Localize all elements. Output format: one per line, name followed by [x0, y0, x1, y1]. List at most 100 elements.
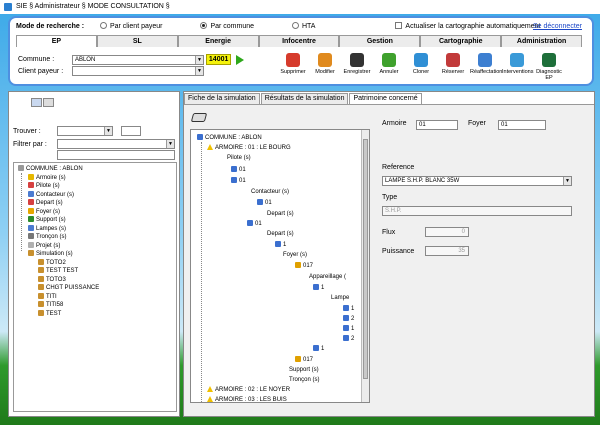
flux-label: Flux — [382, 229, 396, 236]
tab-infocentre[interactable]: Infocentre — [258, 35, 340, 47]
radio-par-commune[interactable]: Par commune — [200, 22, 254, 30]
left-tree-item[interactable]: Simulation (s) — [28, 250, 73, 258]
tab-administration[interactable]: Administration — [501, 35, 583, 47]
patrimoine-tree-item[interactable]: 01 — [247, 220, 262, 228]
node-icon — [197, 134, 203, 140]
left-tree-item[interactable]: TITI58 — [38, 301, 63, 309]
left-tree-item[interactable]: Lampes (s) — [28, 224, 66, 233]
left-tree-item[interactable]: TEST — [38, 309, 61, 318]
list-view-button[interactable] — [43, 98, 54, 107]
patrimoine-tree-item[interactable]: ARMOIRE : 03 : LES BUIS — [207, 396, 287, 402]
left-tree-item[interactable]: Projet (s) — [28, 241, 60, 250]
patrimoine-tree-item[interactable]: 01 — [231, 166, 246, 174]
patrimoine-tree-item[interactable]: 1 — [313, 345, 324, 353]
left-tree-item[interactable]: Contacteur (s) — [28, 190, 74, 199]
tree-node-icon — [38, 275, 44, 282]
undo-button[interactable]: Annuler — [374, 51, 404, 85]
patrimoine-tree-item[interactable]: ARMOIRE : 01 : LE BOURG — [207, 144, 291, 152]
reassign-button[interactable]: Réaffectation — [470, 51, 502, 85]
patrimoine-tree-item[interactable]: 01 — [231, 177, 246, 185]
patrimoine-tree-item[interactable]: Tronçon (s) — [289, 376, 319, 384]
tree-scrollbar[interactable] — [361, 130, 369, 402]
left-tree-item[interactable]: TOTO3 — [38, 275, 66, 284]
commune-select[interactable]: ABLON ▼ — [71, 54, 204, 65]
patrimoine-tree-item[interactable]: 017 — [295, 356, 313, 364]
tab-ep[interactable]: EP — [16, 35, 97, 47]
patrimoine-tree-item[interactable]: 1 — [343, 325, 354, 333]
reference-select[interactable]: LAMPE S.H.P. BLANC 35W ▼ — [382, 176, 572, 186]
tab-sl[interactable]: SL — [96, 35, 178, 47]
patrimoine-tree-item[interactable]: 1 — [275, 241, 286, 249]
left-tree-item[interactable]: CHGT PUISSANCE — [38, 284, 99, 292]
patrimoine-tree-item[interactable]: Depart (s) — [267, 230, 294, 238]
edit-button[interactable]: Modifier — [310, 51, 340, 85]
patrimoine-tree-item[interactable]: COMMUNE : ABLON — [197, 134, 262, 142]
diagnostic-button[interactable]: Diagnostic EP — [534, 51, 564, 85]
chevron-down-icon: ▼ — [103, 127, 112, 135]
title-bar: SIE § Administrateur § MODE CONSULTATION… — [0, 0, 600, 14]
patrimoine-tree-item[interactable]: Foyer (s) — [283, 251, 307, 259]
patrimoine-tree-item[interactable]: ARMOIRE : 02 : LE NOYER — [207, 386, 290, 394]
radio-hta[interactable]: HTA — [291, 22, 315, 30]
left-tree-item[interactable]: TOTO2 — [38, 258, 66, 267]
left-tree-item[interactable]: Foyer (s) — [28, 207, 60, 216]
clone-button[interactable]: Cloner — [406, 51, 436, 85]
radio-par-client[interactable]: Par client payeur — [99, 22, 162, 30]
patrimoine-tree-item[interactable]: Support (s) — [289, 366, 319, 374]
left-tree-item[interactable]: COMMUNE : ABLON — [18, 165, 83, 173]
left-panel: Trouver : ▼ Filtrer par : ▼ COMMUNE : AB… — [8, 91, 180, 417]
patrimoine-tree-item[interactable]: Appareillage ( — [309, 273, 346, 281]
tree-node-icon — [38, 309, 44, 316]
patrimoine-tree-item[interactable]: 01 — [257, 199, 272, 207]
delete-button[interactable]: Supprimer — [278, 51, 308, 85]
client-row: Client payeur : ▼ — [18, 66, 204, 76]
search-mode-row: Mode de recherche : Par client payeur Pa… — [16, 21, 540, 33]
filtrer-input[interactable] — [56, 150, 175, 160]
tab-cartographie[interactable]: Cartographie — [420, 35, 502, 47]
save-button[interactable]: Enregistrer — [342, 51, 372, 85]
tab-fiche-simulation[interactable]: Fiche de la simulation — [184, 93, 260, 104]
left-tree-item[interactable]: Pilote (s) — [28, 182, 60, 190]
filtrer-select[interactable]: ▼ — [56, 139, 175, 149]
patrimoine-tree-item[interactable]: Lampe — [331, 294, 349, 302]
trouver-select[interactable]: ▼ — [56, 126, 113, 136]
tree-view-button[interactable] — [31, 98, 42, 107]
left-tree-item[interactable]: TEST TEST — [38, 267, 78, 275]
auto-refresh-checkbox[interactable]: Actualiser la cartographie automatiqueme… — [395, 22, 540, 30]
patrimoine-tree-item[interactable]: 1 — [313, 284, 324, 292]
patrimoine-tree-item[interactable]: 2 — [343, 315, 354, 323]
right-panel: Fiche de la simulation Résultats de la s… — [183, 91, 595, 417]
patrimoine-tree-item[interactable]: Contacteur (s) — [251, 188, 289, 196]
foyer-field[interactable]: 01 — [498, 120, 546, 130]
reserve-button[interactable]: Réserver — [438, 51, 468, 85]
armoire-field[interactable]: 01 — [416, 120, 458, 130]
patrimoine-tree-item[interactable]: 1 — [343, 305, 354, 313]
disconnect-link[interactable]: Se déconnecter — [533, 21, 582, 33]
tab-gestion[interactable]: Gestion — [339, 35, 421, 47]
patrimoine-tree-item[interactable]: 2 — [343, 335, 354, 343]
client-select[interactable]: ▼ — [71, 66, 204, 76]
trouver-input[interactable] — [120, 126, 141, 136]
chevron-down-icon: ▼ — [563, 177, 571, 185]
go-arrow-icon[interactable] — [236, 54, 245, 65]
left-tree-item[interactable]: TITI — [38, 292, 57, 301]
warning-icon — [207, 386, 213, 392]
tab-energie[interactable]: Energie — [177, 35, 259, 47]
left-tree-item[interactable]: Support (s) — [28, 216, 66, 224]
left-tree-item[interactable]: Depart (s) — [28, 199, 63, 207]
print-icon[interactable] — [190, 113, 208, 122]
left-tree-item[interactable]: Armoire (s) — [28, 173, 66, 182]
tab-resultats-simulation[interactable]: Résultats de la simulation — [260, 93, 349, 104]
tab-patrimoine-concerne[interactable]: Patrimoine concerné — [349, 93, 422, 104]
patrimoine-tree-item[interactable]: 017 — [295, 262, 313, 270]
client-label: Client payeur : — [18, 67, 64, 75]
left-tree-item[interactable]: Tronçon (s) — [28, 233, 66, 241]
patrimoine-tree-item[interactable]: Pilote (s) — [227, 154, 251, 162]
type-field: S.H.P. — [382, 206, 572, 216]
commune-row: Commune : ABLON ▼ 14001 — [18, 54, 245, 65]
interventions-button[interactable]: Interventions — [502, 51, 534, 85]
node-icon — [275, 241, 281, 247]
tree-node-icon — [18, 165, 24, 171]
tree-node-icon — [28, 224, 34, 231]
patrimoine-tree-item[interactable]: Depart (s) — [267, 210, 294, 218]
